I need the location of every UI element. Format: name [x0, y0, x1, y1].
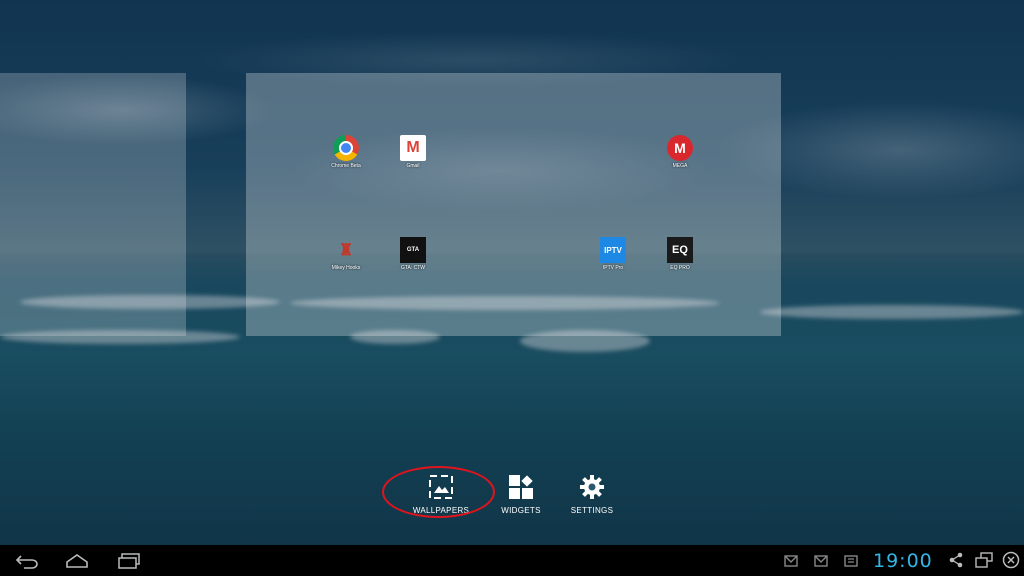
back-button[interactable]	[12, 551, 42, 571]
navigation-bar: 19:00	[0, 545, 1024, 576]
close-icon[interactable]	[1002, 551, 1020, 569]
app-label: Chrome Beta	[331, 163, 361, 169]
app-label: MEGA	[672, 163, 688, 169]
highlight-annotation	[382, 466, 495, 518]
recents-button[interactable]	[114, 551, 144, 571]
widgets-label: WIDGETS	[501, 506, 541, 515]
app-label: GTA: CTW	[400, 265, 426, 271]
gmail-notification-icon[interactable]	[784, 554, 798, 567]
workspace-page-left[interactable]	[0, 73, 186, 336]
app-gmail[interactable]: M Gmail	[391, 135, 435, 169]
app-mikey-hooks[interactable]: ♜ Mikey Hooks	[324, 237, 368, 271]
home-icon	[66, 554, 88, 568]
back-icon	[15, 555, 38, 569]
app-label: Mikey Hooks	[331, 265, 361, 271]
app-label: IPTV Pro	[602, 265, 624, 271]
app-mega[interactable]: M MEGA	[658, 135, 702, 169]
app-chrome-beta[interactable]: Chrome Beta	[324, 135, 368, 169]
clock[interactable]: 19:00	[873, 550, 933, 572]
recents-icon	[118, 553, 140, 569]
iptv-icon: IPTV	[600, 237, 626, 263]
settings-label: SETTINGS	[570, 506, 614, 515]
gear-icon	[552, 473, 632, 501]
chrome-icon	[333, 135, 359, 161]
screen-icon[interactable]	[975, 552, 993, 568]
app-gta-ctw[interactable]: GTA GTA: CTW	[391, 237, 435, 271]
gmail-icon: M	[400, 135, 426, 161]
eq-icon: EQ	[667, 237, 693, 263]
gta-icon: GTA	[400, 237, 426, 263]
app-label: EQ PRO	[670, 265, 690, 271]
app-eq-pro[interactable]: EQ EQ PRO	[658, 237, 702, 271]
settings-button[interactable]: SETTINGS	[552, 473, 632, 515]
share-icon[interactable]	[948, 552, 964, 568]
gmail-notification-icon[interactable]	[814, 554, 828, 567]
download-notification-icon[interactable]	[844, 554, 858, 567]
mega-icon: M	[667, 135, 693, 161]
app-iptv-pro[interactable]: IPTV IPTV Pro	[591, 237, 635, 271]
mikey-hooks-icon: ♜	[338, 242, 354, 259]
app-label: Gmail	[406, 163, 420, 169]
workspace-page-current[interactable]	[246, 73, 781, 336]
home-button[interactable]	[62, 551, 92, 571]
